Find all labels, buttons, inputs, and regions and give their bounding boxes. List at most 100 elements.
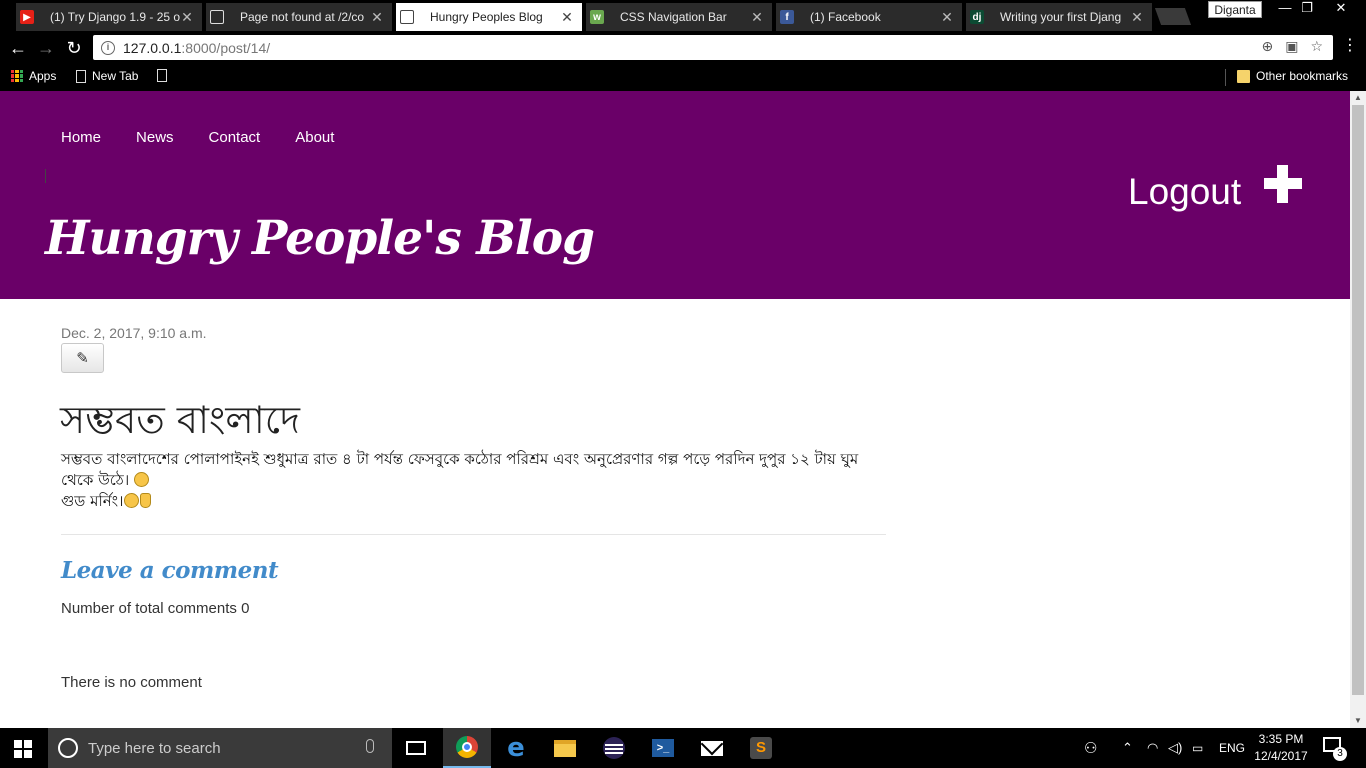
w3schools-icon: w bbox=[590, 10, 604, 24]
windows-start-icon[interactable] bbox=[14, 740, 32, 758]
text-cursor bbox=[45, 169, 46, 183]
page-scrollbar[interactable]: ▲ ▼ bbox=[1350, 91, 1366, 728]
nav-about-link[interactable]: About bbox=[295, 129, 334, 146]
search-placeholder: Type here to search bbox=[88, 740, 221, 757]
zoom-icon[interactable]: ⊕ bbox=[1261, 38, 1273, 55]
tab-title: Writing your first Djang bbox=[1000, 10, 1122, 24]
close-tab-icon[interactable]: ✕ bbox=[1130, 9, 1144, 26]
bookmark-new-tab[interactable]: New Tab bbox=[76, 69, 138, 83]
reload-icon[interactable]: ↻ bbox=[63, 37, 85, 59]
volume-icon[interactable]: ◁) bbox=[1168, 728, 1182, 768]
tab-title: Page not found at /2/co bbox=[240, 10, 365, 24]
close-tab-icon[interactable]: ✕ bbox=[940, 9, 954, 26]
close-tab-icon[interactable]: ✕ bbox=[560, 9, 574, 26]
post-body: সম্ভবত বাংলাদেশের পোলাপাইনই শুধুমাত্র রা… bbox=[61, 449, 891, 512]
tab-title: (1) Facebook bbox=[810, 10, 881, 24]
scroll-up-icon[interactable]: ▲ bbox=[1350, 91, 1366, 105]
new-tab-button[interactable] bbox=[1154, 8, 1192, 25]
django-icon: dj bbox=[970, 10, 984, 24]
scroll-down-icon[interactable]: ▼ bbox=[1350, 714, 1366, 728]
plus-icon[interactable] bbox=[1264, 165, 1302, 203]
bookmark-blank[interactable] bbox=[157, 69, 167, 82]
forward-icon[interactable]: → bbox=[35, 37, 57, 59]
logout-link[interactable]: Logout bbox=[1128, 171, 1241, 213]
wifi-icon[interactable]: ◠ bbox=[1147, 728, 1158, 768]
pencil-icon: ✎ bbox=[76, 350, 89, 367]
eclipse-icon bbox=[603, 737, 625, 759]
browser-tab[interactable]: w CSS Navigation Bar ✕ bbox=[586, 3, 772, 31]
address-bar[interactable]: i 127.0.0.1:8000/post/14/ ⊕ ▣ ☆ bbox=[93, 35, 1333, 60]
show-hidden-icons[interactable]: ⌃ bbox=[1122, 728, 1133, 768]
page-icon bbox=[157, 69, 167, 82]
site-header: Home News Contact About Logout Hungry Pe… bbox=[0, 91, 1350, 299]
total-comments-label: Number of total comments 0 bbox=[61, 600, 250, 617]
bookmark-apps[interactable]: Apps bbox=[11, 69, 56, 83]
powershell-icon: >_ bbox=[652, 739, 674, 757]
menu-icon[interactable]: ⋮ bbox=[1342, 38, 1358, 54]
browser-tab[interactable]: ▶ (1) Try Django 1.9 - 25 o ✕ bbox=[16, 3, 202, 31]
page-icon bbox=[400, 10, 414, 24]
post-title: সম্ভবত বাংলাদে bbox=[60, 398, 300, 442]
taskbar-chrome[interactable] bbox=[443, 728, 491, 768]
profile-button[interactable]: Diganta bbox=[1208, 1, 1262, 18]
taskbar-sublime[interactable]: S bbox=[737, 728, 785, 768]
taskbar-file-explorer[interactable] bbox=[541, 728, 589, 768]
close-tab-icon[interactable]: ✕ bbox=[370, 9, 384, 26]
task-view-icon bbox=[406, 741, 426, 755]
tab-title: CSS Navigation Bar bbox=[620, 10, 727, 24]
edit-post-button[interactable]: ✎ bbox=[61, 343, 104, 373]
nav-news-link[interactable]: News bbox=[136, 129, 174, 146]
taskbar-edge[interactable]: e bbox=[492, 728, 540, 768]
bookmark-label: New Tab bbox=[92, 69, 139, 83]
divider bbox=[61, 534, 886, 535]
restore-icon[interactable]: ❐ bbox=[1292, 0, 1322, 18]
page-icon bbox=[76, 69, 86, 83]
bookmark-label: Other bookmarks bbox=[1256, 69, 1349, 83]
notification-badge: 3 bbox=[1333, 747, 1347, 761]
scroll-thumb[interactable] bbox=[1352, 105, 1364, 695]
close-window-icon[interactable]: ✕ bbox=[1326, 0, 1356, 18]
page-viewport: Home News Contact About Logout Hungry Pe… bbox=[0, 91, 1350, 728]
no-comment-text: There is no comment bbox=[61, 674, 202, 691]
taskbar-powershell[interactable]: >_ bbox=[639, 728, 687, 768]
taskbar: Type here to search e >_ S ⚇ ⌃ ◠ ◁) ▭ EN… bbox=[0, 728, 1366, 768]
chrome-icon bbox=[456, 736, 478, 758]
system-clock[interactable]: 3:35 PM 12/4/2017 bbox=[1253, 731, 1309, 765]
bookmarks-bar: Apps New Tab Other bookmarks bbox=[0, 64, 1366, 91]
close-tab-icon[interactable]: ✕ bbox=[180, 9, 194, 26]
translate-icon[interactable]: ▣ bbox=[1285, 38, 1298, 55]
clock-date: 12/4/2017 bbox=[1254, 749, 1308, 763]
blog-title: Hungry People's Blog bbox=[45, 211, 595, 266]
browser-tab[interactable]: dj Writing your first Djang ✕ bbox=[966, 3, 1152, 31]
browser-tab-active[interactable]: Hungry Peoples Blog ✕ bbox=[396, 3, 582, 31]
post-date: Dec. 2, 2017, 9:10 a.m. bbox=[61, 325, 207, 341]
nav-home-link[interactable]: Home bbox=[61, 129, 101, 146]
keyboard-icon[interactable]: ▭ bbox=[1192, 728, 1203, 768]
ok-hand-emoji-icon bbox=[139, 493, 151, 508]
tab-title: (1) Try Django 1.9 - 25 o bbox=[50, 10, 180, 24]
back-icon[interactable]: ← bbox=[7, 37, 29, 59]
file-explorer-icon bbox=[554, 739, 576, 757]
taskbar-mail[interactable] bbox=[688, 728, 736, 768]
people-icon[interactable]: ⚇ bbox=[1084, 728, 1097, 768]
taskbar-eclipse[interactable] bbox=[590, 728, 638, 768]
info-icon[interactable]: i bbox=[101, 40, 115, 55]
browser-tab[interactable]: f (1) Facebook ✕ bbox=[776, 3, 962, 31]
microphone-icon[interactable] bbox=[366, 739, 374, 753]
browser-tab[interactable]: Page not found at /2/co ✕ bbox=[206, 3, 392, 31]
youtube-icon: ▶ bbox=[20, 10, 34, 24]
sad-face-emoji-icon bbox=[133, 472, 149, 487]
bookmark-other[interactable]: Other bookmarks bbox=[1237, 69, 1348, 83]
clock-time: 3:35 PM bbox=[1258, 732, 1304, 746]
task-view-button[interactable] bbox=[392, 728, 440, 768]
facebook-icon: f bbox=[780, 10, 794, 24]
close-tab-icon[interactable]: ✕ bbox=[750, 9, 764, 26]
nav-contact-link[interactable]: Contact bbox=[209, 129, 261, 146]
star-icon[interactable]: ☆ bbox=[1310, 38, 1323, 55]
taskbar-search-box[interactable]: Type here to search bbox=[48, 728, 392, 768]
cortana-icon bbox=[58, 738, 78, 758]
mail-icon bbox=[701, 740, 723, 756]
tab-strip: ▶ (1) Try Django 1.9 - 25 o ✕ Page not f… bbox=[0, 0, 1366, 31]
language-indicator[interactable]: ENG bbox=[1219, 728, 1245, 768]
page-icon bbox=[210, 10, 224, 24]
